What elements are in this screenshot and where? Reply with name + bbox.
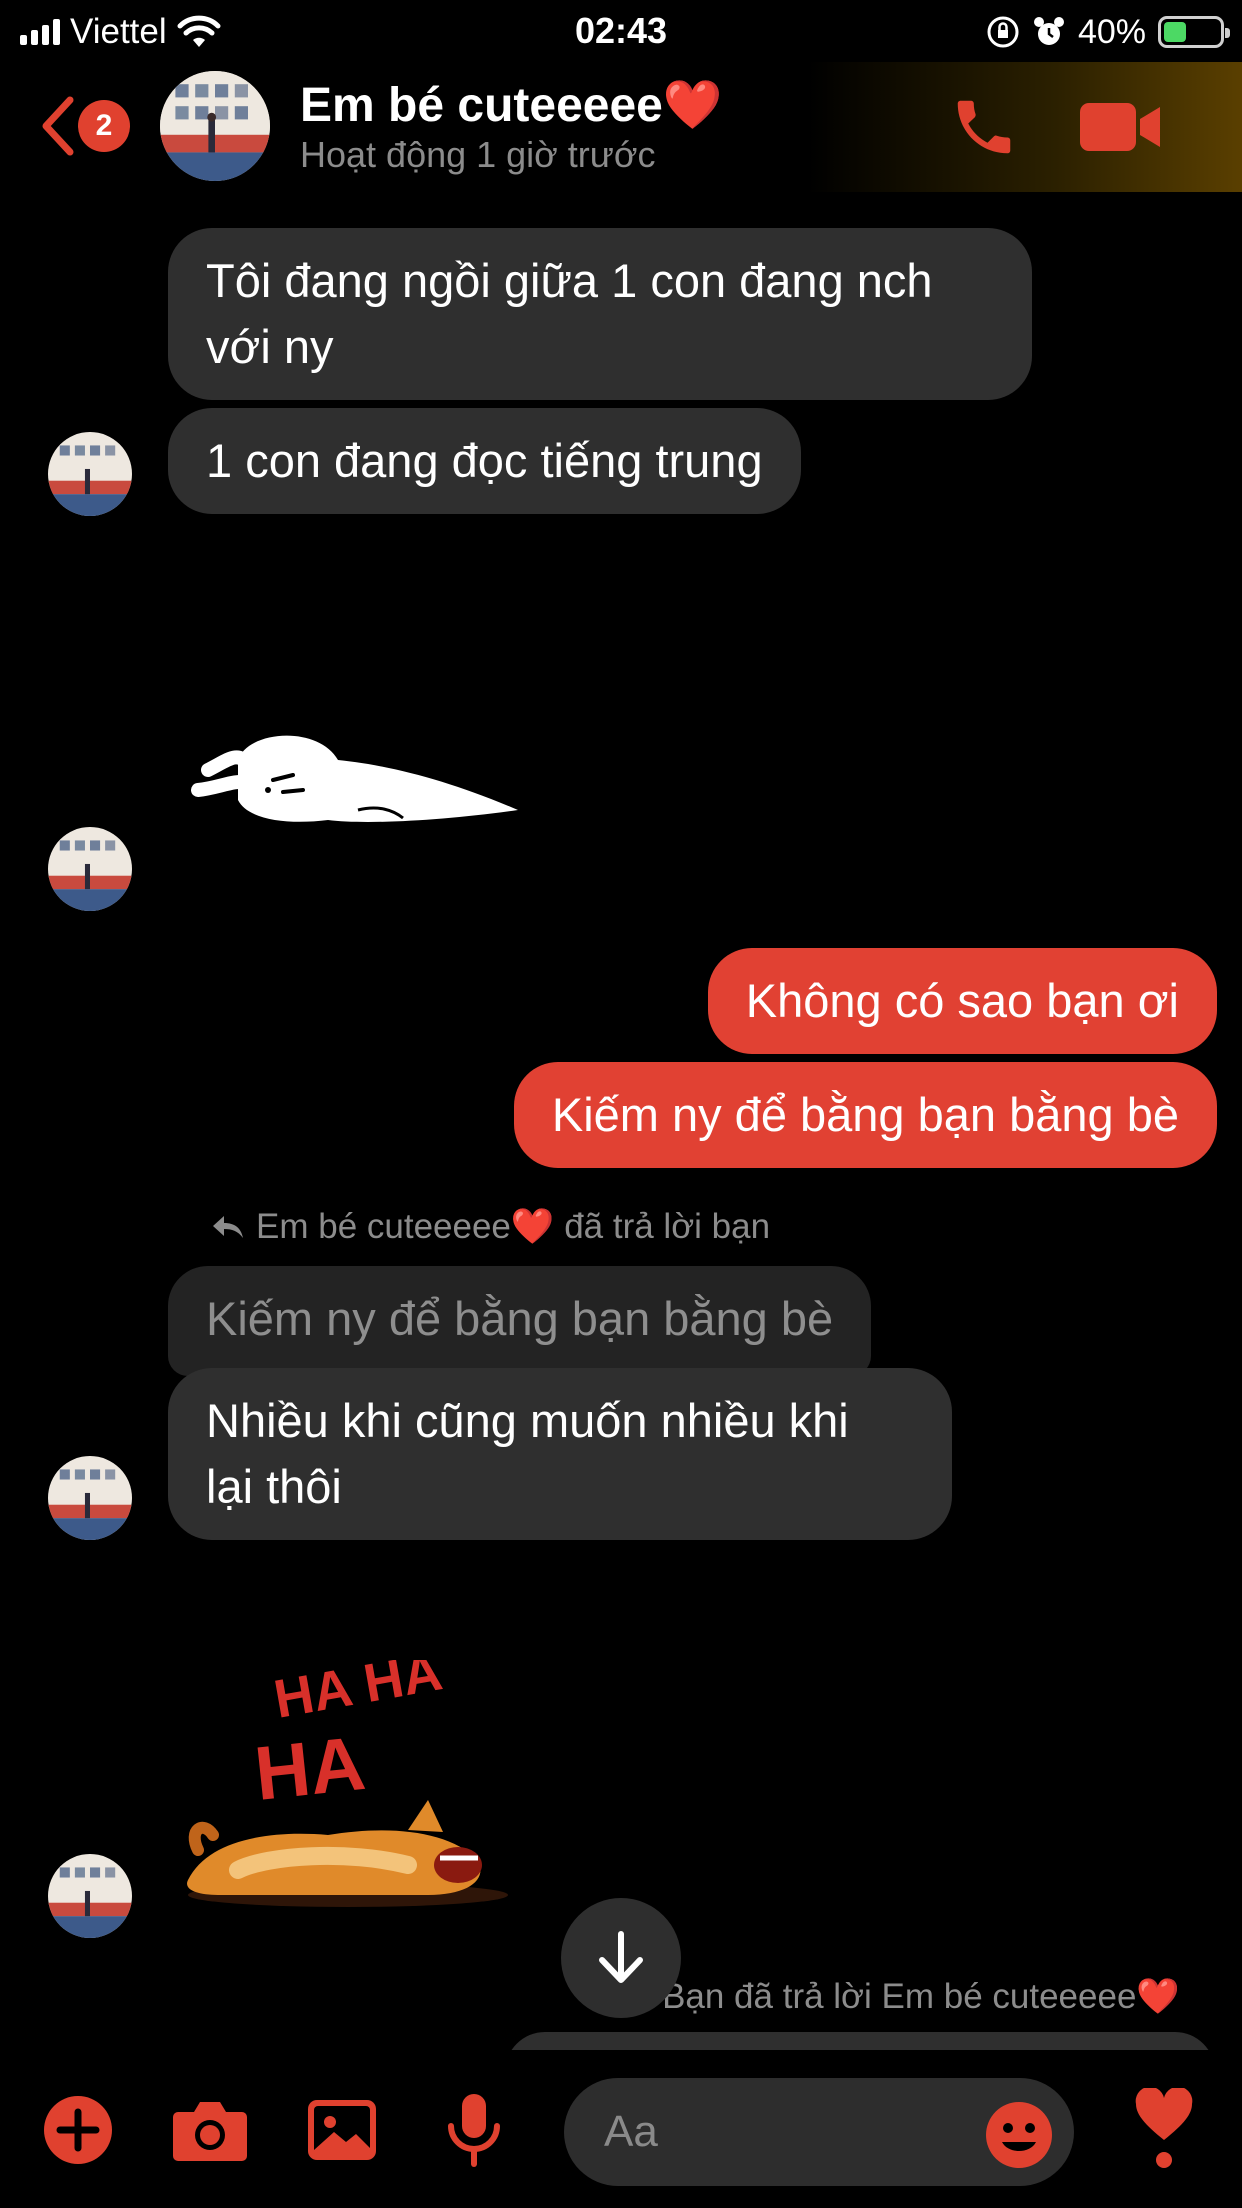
microphone-icon (448, 2094, 500, 2167)
battery-percent: 40% (1077, 12, 1146, 51)
outgoing-message[interactable]: Kiếm ny để bằng bạn bằng bè (513, 1062, 1217, 1168)
reply-indicator: Em bé cuteeeee❤️ đã trả lời bạn (210, 1206, 770, 1247)
chevron-left-icon (42, 96, 74, 156)
add-button[interactable] (38, 2090, 118, 2170)
message-text-line: Nhiều khi cũng muốn nhiều khi (206, 1394, 849, 1447)
message-text: 1 con đang đọc tiếng trung (206, 434, 763, 487)
quoted-text: Kiếm ny để bằng bạn bằng bè (206, 1292, 834, 1345)
contact-avatar-small[interactable] (48, 432, 132, 516)
video-call-button[interactable] (1070, 90, 1170, 164)
contact-avatar-small[interactable] (48, 1854, 132, 1938)
contact-avatar-small[interactable] (48, 1456, 132, 1540)
status-bar: Viettel 02:43 40% (0, 0, 1242, 62)
incoming-message[interactable]: Tôi đang ngồi giữa 1 con đang nch với ny (168, 228, 1032, 400)
contact-avatar[interactable] (160, 71, 270, 181)
message-text: Kiếm ny để bằng bạn bằng bè (551, 1088, 1179, 1141)
smiley-icon (986, 2102, 1052, 2168)
active-status: Hoạt động 1 giờ trước (300, 134, 656, 175)
incoming-message[interactable]: 1 con đang đọc tiếng trung (168, 408, 801, 514)
reply-label-text: Bạn đã trả lời Em bé cuteeeee❤️ (662, 1977, 1180, 2016)
scroll-to-bottom-button[interactable] (561, 1898, 681, 2018)
quoted-message[interactable]: Kiếm ny để bằng bạn bằng bè (168, 1266, 872, 1376)
back-button[interactable]: 2 (38, 90, 138, 162)
status-right: 40% (986, 10, 1230, 54)
plus-circle-icon (44, 2096, 112, 2164)
voice-record-button[interactable] (434, 2090, 514, 2170)
bunny-sticker[interactable] (188, 720, 528, 840)
orientation-lock-icon (987, 16, 1019, 48)
arrow-down-icon (599, 1931, 643, 1983)
laughing-dog-sticker[interactable]: HA HA HA (178, 1641, 518, 1920)
video-camera-icon (1080, 103, 1160, 151)
svg-text:HA: HA (251, 1721, 369, 1817)
battery-fill (1164, 22, 1186, 42)
message-text-line: Tôi đang ngồi giữa 1 con đang nch (206, 254, 933, 307)
outgoing-message[interactable]: Không có sao bạn ơi (707, 948, 1217, 1054)
reply-indicator: Bạn đã trả lời Em bé cuteeeee❤️ (662, 1976, 1180, 2017)
heart-icon (1135, 2088, 1193, 2168)
battery-icon (1158, 16, 1230, 48)
phone-icon (957, 100, 1011, 154)
message-text: Không có sao bạn ơi (745, 974, 1179, 1027)
like-heart-button[interactable] (1124, 2084, 1204, 2174)
emoji-button[interactable] (984, 2100, 1054, 2170)
reply-label-text: Em bé cuteeeee❤️ đã trả lời bạn (256, 1207, 771, 1246)
contact-name[interactable]: Em bé cuteeeee❤️ (300, 76, 723, 133)
message-text-line: với ny (206, 320, 334, 373)
alarm-icon (1033, 17, 1064, 45)
incoming-message[interactable]: Nhiều khi cũng muốn nhiều khi lại thôi (168, 1368, 952, 1540)
image-icon (308, 2100, 376, 2160)
camera-button[interactable] (170, 2090, 250, 2170)
camera-icon (173, 2102, 247, 2161)
conversation-header: 2 Em bé cuteeeee❤️ Hoạt động 1 giờ trước (0, 62, 1242, 192)
voice-call-button[interactable] (944, 90, 1024, 164)
message-composer (0, 2050, 1242, 2208)
gallery-button[interactable] (302, 2090, 382, 2170)
unread-badge: 2 (78, 100, 130, 152)
message-text-line: lại thôi (206, 1460, 342, 1513)
contact-avatar-small[interactable] (48, 827, 132, 911)
reply-icon (213, 1215, 243, 1238)
sticker-text: HA HA (270, 1660, 447, 1730)
